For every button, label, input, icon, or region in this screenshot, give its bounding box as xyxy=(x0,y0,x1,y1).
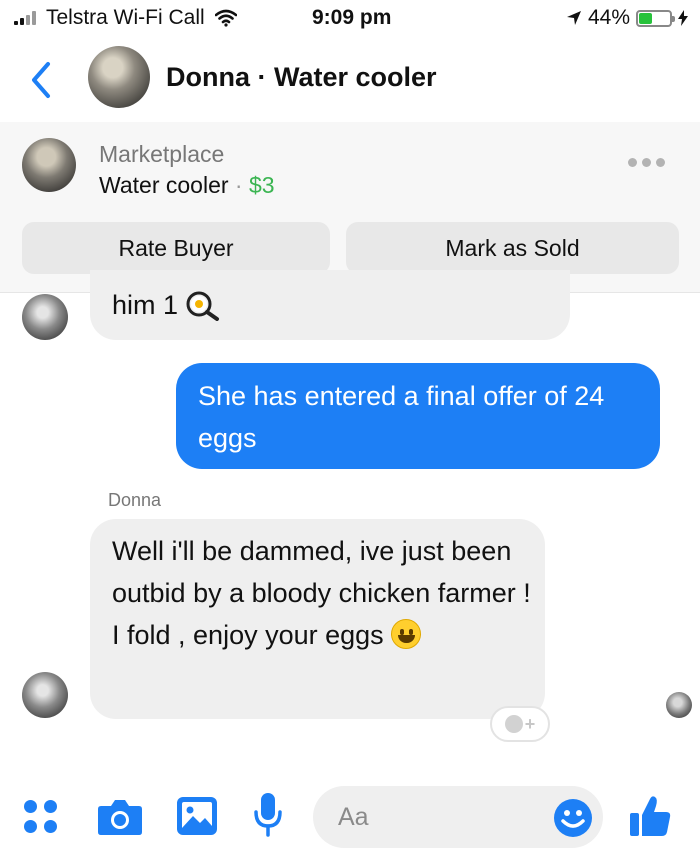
sender-avatar[interactable] xyxy=(22,294,68,340)
message-1-text: him 1 xyxy=(112,290,179,320)
plus-icon: + xyxy=(524,713,536,734)
message-input-placeholder: Aa xyxy=(338,803,369,831)
carrier-name: Telstra Wi-Fi Call xyxy=(46,6,205,29)
sender-avatar[interactable] xyxy=(22,672,68,718)
camera-icon[interactable] xyxy=(97,796,143,836)
message-text: him 1 xyxy=(112,290,220,321)
battery-icon xyxy=(636,9,675,27)
battery-fill xyxy=(639,12,653,24)
chevron-left-icon[interactable] xyxy=(26,58,56,102)
message-3: Well i'll be dammed, ive just been outbi… xyxy=(112,530,532,656)
mark-as-sold-button[interactable]: Mark as Sold xyxy=(346,222,679,274)
apps-grid-icon[interactable] xyxy=(22,798,66,842)
listing-thumbnail[interactable] xyxy=(22,138,76,192)
marketplace-label: Marketplace xyxy=(99,141,225,167)
status-bar: Telstra Wi-Fi Call 9:09 pm 44% xyxy=(0,0,700,40)
more-dots-icon[interactable] xyxy=(628,158,665,167)
charging-bolt-icon xyxy=(678,10,688,26)
location-arrow-icon xyxy=(566,11,581,25)
listing-separator: · xyxy=(234,172,243,198)
read-receipt-avatar xyxy=(666,692,692,718)
message-2-text: She has entered a final offer of 24 eggs xyxy=(198,381,605,453)
image-icon[interactable] xyxy=(176,796,218,836)
frying-pan-egg-icon xyxy=(186,291,220,321)
conversation-title[interactable]: Donna · Water cooler xyxy=(166,62,437,93)
add-reaction-button[interactable]: + xyxy=(490,706,550,742)
reaction-face-icon xyxy=(504,715,523,733)
thumbs-up-icon[interactable] xyxy=(628,794,672,838)
message-3-text: Well i'll be dammed, ive just been outbi… xyxy=(112,536,531,650)
grinning-face-icon xyxy=(391,619,422,649)
listing-price: $3 xyxy=(248,172,275,198)
carrier-info: Telstra Wi-Fi Call xyxy=(14,6,237,30)
signal-bars-icon xyxy=(14,11,36,25)
sender-name: Donna xyxy=(108,490,162,510)
battery-percent: 44% xyxy=(587,6,630,29)
contact-avatar[interactable] xyxy=(88,46,150,108)
wifi-icon xyxy=(214,9,237,27)
rate-buyer-button[interactable]: Rate Buyer xyxy=(22,222,330,274)
listing-summary[interactable]: Water cooler · $3 xyxy=(99,172,275,199)
listing-title: Water cooler xyxy=(99,172,229,198)
emoji-icon[interactable] xyxy=(553,798,593,838)
battery-area: 44% xyxy=(566,6,688,30)
status-time: 9:09 pm xyxy=(312,6,392,29)
microphone-icon[interactable] xyxy=(253,792,283,838)
